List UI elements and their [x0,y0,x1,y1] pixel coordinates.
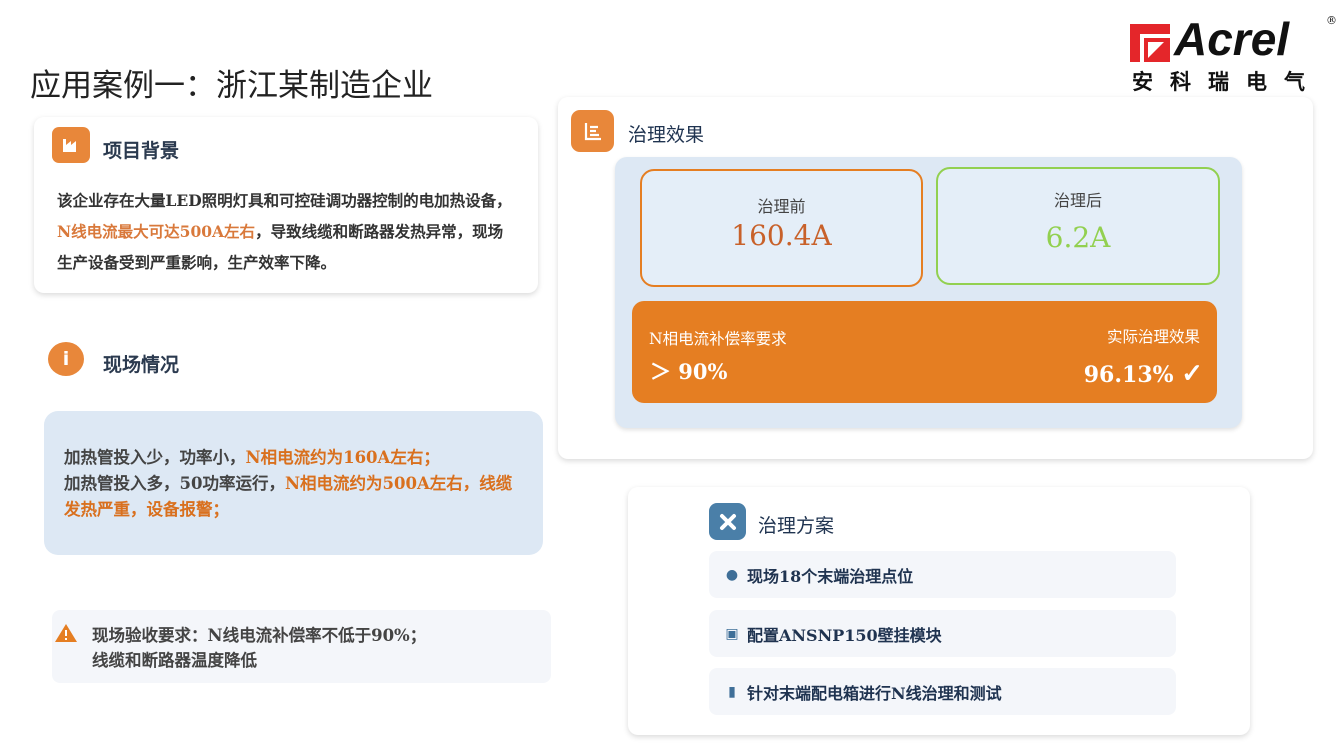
after-label: 治理后 [1053,191,1102,210]
map-pin-icon: ● [725,566,739,583]
page-title: 应用案例一：浙江某制造企业 [30,68,433,104]
requirement-label: N相电流补偿率要求 [649,330,787,348]
situation-heading: 现场情况 [103,354,180,376]
acceptance-line2: 线缆和断路器温度降低 [92,651,257,670]
warning-icon [55,624,77,642]
plan-heading: 治理方案 [758,515,835,537]
after-box: 治理后 6.2A [936,167,1220,285]
situation-box: 加热管投入少，功率小，N相电流约为160A左右； 加热管投入多，50功率运行，N… [44,411,543,555]
logo-cn: 安科瑞电气 [1132,70,1322,94]
plan-item: ▮ 针对末端配电箱进行N线治理和测试 [709,668,1176,715]
plan-item: ● 现场18个末端治理点位 [709,551,1176,598]
before-label: 治理前 [757,197,806,216]
logo-registered: ® [1326,14,1337,27]
effect-heading: 治理效果 [628,124,705,146]
after-value: 6.2A [1045,221,1111,254]
acrel-logo: Acrel ® 安科瑞电气 [1130,13,1337,94]
compensation-bar: N相电流补偿率要求 ＞ 90% 实际治理效果 96.13% ✓ [632,301,1217,403]
plan-item-text: 现场18个末端治理点位 [747,566,914,586]
acceptance-line1: 现场验收要求：N线电流补偿率不低于90%； [92,626,427,645]
logo-brand: Acrel [1174,13,1290,65]
requirement-value: ＞ 90% [650,359,728,384]
plan-item-text: 针对末端配电箱进行N线治理和测试 [747,683,1002,703]
check-icon: ✓ [1181,359,1203,389]
background-text: 该企业存在大量LED照明灯具和可控硅调功器控制的电加热设备，N线电流最大可达50… [57,191,512,272]
acceptance-box: 现场验收要求：N线电流补偿率不低于90%； 线缆和断路器温度降低 [52,610,551,683]
before-value: 160.4A [731,219,832,252]
plan-item: ▣ 配置ANSNP150壁挂模块 [709,610,1176,657]
background-heading: 项目背景 [103,140,180,162]
chip-icon: ▣ [725,625,739,642]
plan-item-text: 配置ANSNP150壁挂模块 [747,625,942,645]
info-icon: i [48,342,84,376]
chart-icon [571,110,614,152]
before-box: 治理前 160.4A [640,169,923,287]
logo-mark-icon [1130,24,1170,62]
actual-value: 96.13% [1083,362,1174,388]
clipboard-check-icon: ▮ [728,683,736,700]
tools-icon [709,503,746,540]
factory-icon [52,127,90,163]
actual-label: 实际治理效果 [1106,328,1200,346]
